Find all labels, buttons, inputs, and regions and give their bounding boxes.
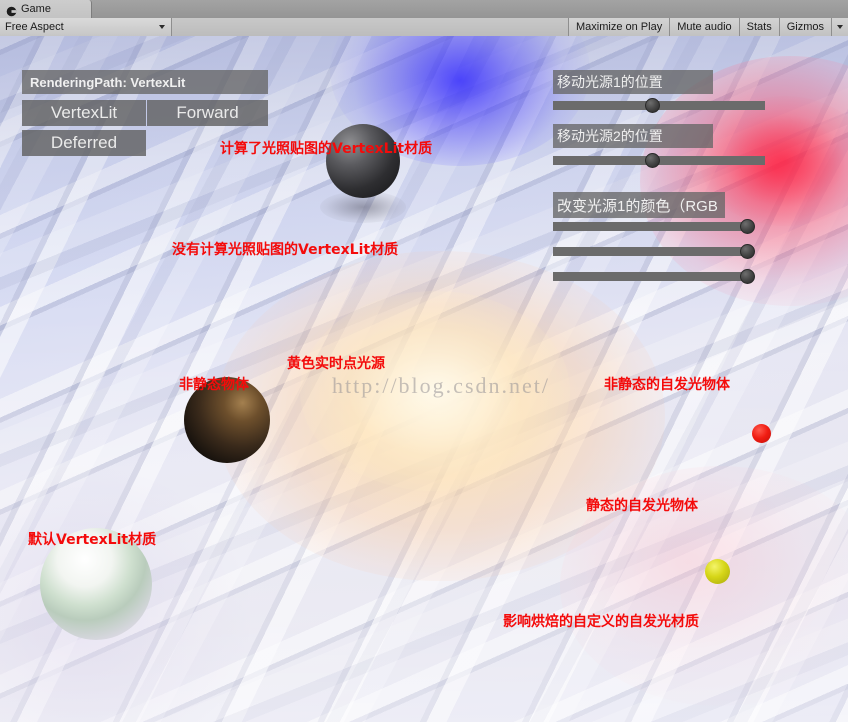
anno-no-lightmap-vertexlit: 没有计算光照贴图的VertexLit材质	[172, 242, 399, 258]
unity-editor-window: Game Free Aspect Maximize on Play Mute a…	[0, 0, 848, 722]
tab-game[interactable]: Game	[0, 0, 92, 18]
forward-button[interactable]: Forward	[147, 100, 268, 126]
anno-yellow-realtime-point-light: 黄色实时点光源	[287, 356, 385, 372]
light1-color-label: 改变光源1的颜色（RGB	[553, 192, 725, 218]
anno-lightmapped-vertexlit: 计算了光照贴图的VertexLit材质	[220, 141, 433, 157]
vertexlit-button[interactable]: VertexLit	[22, 100, 146, 126]
toolbar-spacer	[172, 18, 569, 36]
maximize-on-play-button[interactable]: Maximize on Play	[569, 18, 671, 36]
chevron-down-icon	[159, 25, 165, 29]
slider-knob-color-g[interactable]	[739, 244, 755, 259]
yellow-emissive-sphere	[705, 559, 730, 584]
anno-static-emissive-object: 静态的自发光物体	[586, 498, 698, 514]
watermark-text: http://blog.csdn.net/	[332, 373, 550, 398]
gizmos-dropdown[interactable]	[832, 18, 848, 36]
anno-default-vertexlit-material: 默认VertexLit材质	[28, 532, 157, 548]
slider-knob-color-b[interactable]	[739, 269, 755, 284]
aspect-ratio-value: Free Aspect	[5, 21, 64, 33]
mute-audio-button[interactable]: Mute audio	[670, 18, 740, 36]
light2-position-label: 移动光源2的位置	[553, 124, 713, 148]
tab-game-label: Game	[21, 2, 51, 15]
slider-knob-color-r[interactable]	[739, 219, 755, 234]
deferred-button[interactable]: Deferred	[22, 130, 146, 156]
anno-nonstatic-emissive-object: 非静态的自发光物体	[604, 377, 730, 393]
editor-tab-bar: Game	[0, 0, 848, 19]
light1-position-slider[interactable]	[553, 98, 765, 113]
game-view-toolbar: Free Aspect Maximize on Play Mute audio …	[0, 18, 848, 37]
anno-nonstatic-object: 非静态物体	[179, 377, 249, 393]
light1-color-b-slider[interactable]	[553, 269, 755, 284]
red-emissive-sphere	[752, 424, 771, 443]
dark-sphere	[326, 124, 400, 198]
stats-button[interactable]: Stats	[739, 18, 780, 36]
anno-custom-emissive-material: 影响烘焙的自定义的自发光材质	[503, 614, 699, 630]
light1-position-label: 移动光源1的位置	[553, 70, 713, 94]
gizmos-button[interactable]: Gizmos	[779, 18, 832, 36]
rendering-path-label: RenderingPath: VertexLit	[22, 70, 268, 94]
game-view-render: http://blog.csdn.net/ 计算了光照贴图的VertexLit材…	[0, 36, 848, 722]
light1-color-r-slider[interactable]	[553, 219, 755, 234]
game-controller-icon	[6, 4, 17, 16]
light1-color-g-slider[interactable]	[553, 244, 755, 259]
chevron-down-icon	[837, 25, 843, 29]
light2-position-slider[interactable]	[553, 153, 765, 168]
aspect-ratio-dropdown[interactable]: Free Aspect	[0, 18, 172, 36]
